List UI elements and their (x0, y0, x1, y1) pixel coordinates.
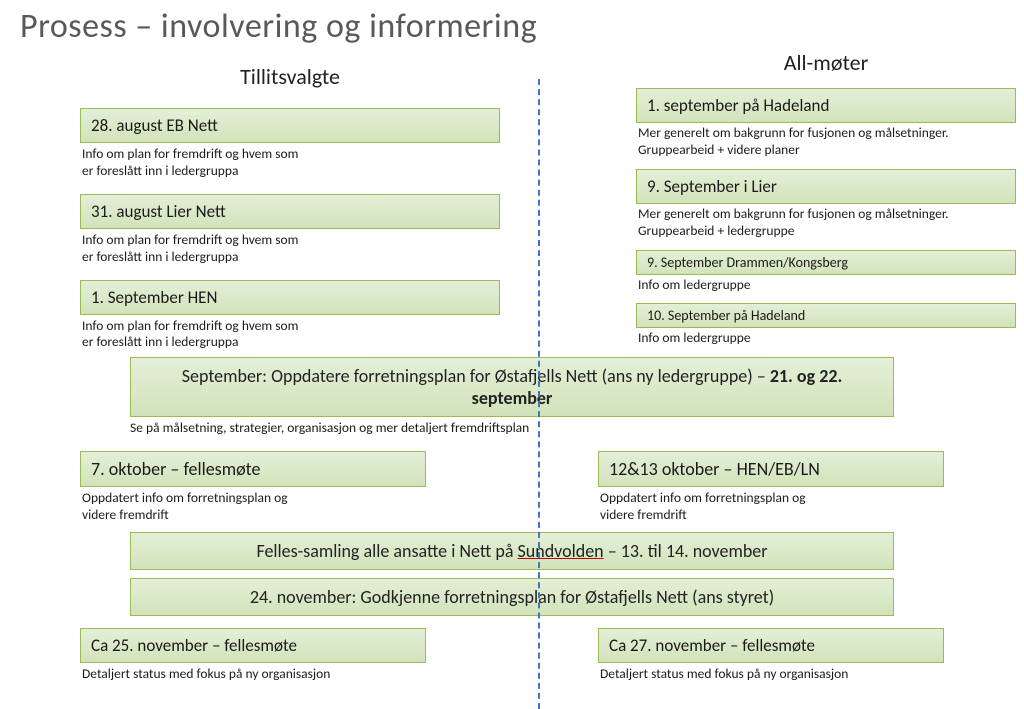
left-item-2: 1. September HEN (80, 280, 500, 315)
row3-right-sub: Detaljert status med fokus på ny organis… (598, 663, 944, 683)
right-item-2: 9. September Drammen/Kongsberg (636, 250, 1016, 275)
row2-right-sub: Oppdatert info om forretningsplan ogvide… (598, 487, 944, 524)
left-item-0-sub: Info om plan for fremdrift og hvem somer… (80, 143, 500, 190)
right-item-3-sub: Info om ledergruppe (636, 328, 1016, 353)
left-item-1-sub: Info om plan for fremdrift og hvem somer… (80, 229, 500, 276)
left-heading: Tillitsvalgte (80, 63, 500, 90)
row3-right-box: Ca 27. november – fellesmøte (598, 628, 944, 663)
wide-box-september: September: Oppdatere forretningsplan for… (130, 357, 894, 417)
row2-left-sub: Oppdatert info om forretningsplan ogvide… (80, 487, 426, 524)
page-title: Prosess – involvering og informering (0, 0, 1024, 49)
top-columns: Tillitsvalgte 28. august EB Nett Info om… (0, 49, 1024, 357)
left-item-0: 28. august EB Nett (80, 108, 500, 143)
right-item-1-sub: Mer generelt om bakgrunn for fusjonen og… (636, 204, 1016, 246)
right-column: All-møter 1. september på Hadeland Mer g… (636, 49, 1016, 353)
right-item-2-sub: Info om ledergruppe (636, 275, 1016, 300)
column-divider (538, 79, 540, 709)
right-item-3: 10. September på Hadeland (636, 303, 1016, 328)
right-item-0-sub: Mer generelt om bakgrunn for fusjonen og… (636, 123, 1016, 165)
wide1-sub: Se på målsetning, strategier, organisasj… (130, 417, 894, 447)
right-heading: All-møter (636, 49, 1016, 76)
wide-box-godkjenne: 24. november: Godkjenne forretningsplan … (130, 578, 894, 616)
row2-left-box: 7. oktober – fellesmøte (80, 451, 426, 487)
wide2-underline: Sundvolden (518, 540, 604, 562)
wide2-post: – 13. til 14. november (604, 540, 768, 562)
left-item-1: 31. august Lier Nett (80, 194, 500, 229)
row3-left-sub: Detaljert status med fokus på ny organis… (80, 663, 426, 683)
wide1-prefix: September: Oppdatere forretningsplan for… (182, 365, 770, 387)
row2-right-box: 12&13 oktober – HEN/EB/LN (598, 451, 944, 487)
left-column: Tillitsvalgte 28. august EB Nett Info om… (80, 49, 500, 361)
wide2-pre: Felles-samling alle ansatte i Nett på (256, 540, 517, 562)
right-item-1: 9. September i Lier (636, 169, 1016, 204)
right-item-0: 1. september på Hadeland (636, 88, 1016, 123)
wide-box-sundvolden: Felles-samling alle ansatte i Nett på Su… (130, 532, 894, 570)
row3-left-box: Ca 25. november – fellesmøte (80, 628, 426, 663)
left-item-2-sub: Info om plan for fremdrift og hvem somer… (80, 315, 500, 362)
